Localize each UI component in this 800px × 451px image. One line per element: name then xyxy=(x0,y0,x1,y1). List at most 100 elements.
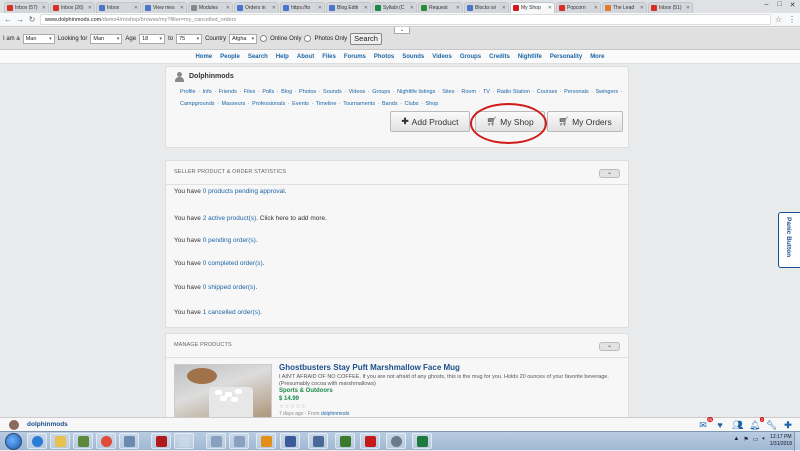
country-select[interactable]: Afgha xyxy=(229,33,258,44)
acrobat-icon[interactable] xyxy=(360,433,380,449)
nav-item-files[interactable]: Files xyxy=(322,54,336,60)
browser-tab[interactable]: Popcorn ✕ xyxy=(556,2,601,13)
app-icon[interactable] xyxy=(386,433,406,449)
heart-icon[interactable]: ♥ xyxy=(715,420,725,430)
close-tab-icon[interactable]: ✕ xyxy=(502,5,506,11)
network-icon[interactable]: ▭ xyxy=(753,436,759,443)
app-icon[interactable] xyxy=(119,433,139,449)
minimize-icon[interactable]: – xyxy=(761,1,772,9)
stats-link[interactable]: 0 pending order(s) xyxy=(203,237,256,244)
media-player-icon[interactable] xyxy=(73,433,93,449)
stats-link[interactable]: 2 active product(s) xyxy=(203,215,256,222)
profile-link-courses[interactable]: Courses xyxy=(537,89,557,95)
nav-item-credits[interactable]: Credits xyxy=(489,54,510,60)
show-desktop-button[interactable] xyxy=(794,432,800,451)
search-button[interactable]: Search xyxy=(350,32,382,45)
profile-link-clubs[interactable]: Clubs xyxy=(404,101,418,107)
add-product-button[interactable]: ✚ Add Product xyxy=(390,111,470,132)
close-tab-icon[interactable]: ✕ xyxy=(134,5,138,11)
bell-icon[interactable]: 🔔︎ 2 xyxy=(749,417,764,430)
flag-icon[interactable]: ⚑ xyxy=(743,436,748,443)
browser-menu-icon[interactable]: ⋮ xyxy=(788,15,796,24)
profile-link-blog[interactable]: Blog xyxy=(281,89,292,95)
i-am-select[interactable]: Man xyxy=(22,33,55,44)
profile-link-tv[interactable]: TV xyxy=(483,89,490,95)
panic-button[interactable]: Panic Button xyxy=(778,212,800,268)
wrench-icon[interactable]: 🔧︎ xyxy=(766,420,777,430)
nav-item-sounds[interactable]: Sounds xyxy=(402,54,424,60)
profile-link-groups[interactable]: Groups xyxy=(372,89,390,95)
profile-link-radio-station[interactable]: Radio Station xyxy=(497,89,530,95)
nav-item-forums[interactable]: Forums xyxy=(344,54,366,60)
profile-link-tournaments[interactable]: Tournaments xyxy=(343,101,375,107)
notepad-icon[interactable] xyxy=(174,433,194,449)
close-tab-icon[interactable]: ✕ xyxy=(42,5,46,11)
browser-tab[interactable]: Blocks wi ✕ xyxy=(464,2,509,13)
browser-tab[interactable]: Blog Editi ✕ xyxy=(326,2,371,13)
profile-link-sounds[interactable]: Sounds xyxy=(323,89,342,95)
browser-tab[interactable]: Inbox ✕ xyxy=(96,2,141,13)
filezilla-icon[interactable] xyxy=(151,433,171,449)
profile-link-campgrounds[interactable]: Campgrounds xyxy=(180,101,215,107)
profile-link-files[interactable]: Files xyxy=(244,89,256,95)
windows-start-icon[interactable] xyxy=(5,433,22,450)
window-icon[interactable] xyxy=(229,433,249,449)
online-only-checkbox[interactable] xyxy=(260,35,268,42)
profile-link-friends[interactable]: Friends xyxy=(219,89,237,95)
close-tab-icon[interactable]: ✕ xyxy=(180,5,184,11)
nav-item-groups[interactable]: Groups xyxy=(460,54,481,60)
chrome-icon[interactable] xyxy=(96,433,116,449)
profile-username[interactable]: Dolphinmods xyxy=(189,73,234,80)
nav-item-home[interactable]: Home xyxy=(195,54,212,60)
stats-link[interactable]: 1 cancelled order(s) xyxy=(203,309,260,316)
profile-link-swingers[interactable]: Swingers xyxy=(596,89,619,95)
profile-link-info[interactable]: Info xyxy=(202,89,211,95)
close-tab-icon[interactable]: ✕ xyxy=(318,5,322,11)
product-title[interactable]: Ghostbusters Stay Puft Marshmallow Face … xyxy=(279,363,460,372)
game-icon[interactable] xyxy=(335,433,355,449)
browser-tab[interactable]: The Lead ✕ xyxy=(602,2,647,13)
profile-link-photos[interactable]: Photos xyxy=(299,89,316,95)
profile-link-masseurs[interactable]: Masseurs xyxy=(221,101,245,107)
avatar[interactable] xyxy=(9,420,19,430)
window-icon[interactable] xyxy=(206,433,226,449)
close-tab-icon[interactable]: ✕ xyxy=(410,5,414,11)
profile-link-bands[interactable]: Bands xyxy=(382,101,398,107)
url-input[interactable]: www.dolphinmods.com/demo4/m/shop/browse/… xyxy=(40,14,771,25)
profile-link-personals[interactable]: Personals xyxy=(564,89,588,95)
reload-icon[interactable]: ↻ xyxy=(28,15,36,24)
volume-icon[interactable]: 🔈︎ xyxy=(762,436,766,443)
collapse-chevron-icon[interactable]: ⌄ xyxy=(599,169,620,178)
plus-icon[interactable]: ✚ xyxy=(783,420,793,430)
browser-tab[interactable]: Orders in ✕ xyxy=(234,2,279,13)
age-to-select[interactable]: 75 xyxy=(176,33,203,44)
ie-icon[interactable] xyxy=(27,433,47,449)
nav-item-personality[interactable]: Personality xyxy=(550,54,582,60)
product-category[interactable]: Sports & Outdoors xyxy=(279,388,333,394)
excel-icon[interactable] xyxy=(412,433,432,449)
photos-only-checkbox[interactable] xyxy=(304,35,312,42)
close-tab-icon[interactable]: ✕ xyxy=(548,5,552,11)
profile-link-timeline[interactable]: Timeline xyxy=(316,101,337,107)
close-tab-icon[interactable]: ✕ xyxy=(686,5,690,11)
looking-for-select[interactable]: Man xyxy=(90,33,123,44)
profile-link-sites[interactable]: Sites xyxy=(442,89,454,95)
app-icon[interactable] xyxy=(280,433,300,449)
mail-icon[interactable]: ✉ 55 xyxy=(698,417,713,430)
my-orders-button[interactable]: 🛒︎ My Orders xyxy=(547,111,623,132)
nav-item-nightlife[interactable]: Nightlife xyxy=(518,54,542,60)
age-from-select[interactable]: 18 xyxy=(139,33,166,44)
product-image[interactable] xyxy=(174,364,272,422)
profile-link-events[interactable]: Events xyxy=(292,101,309,107)
browser-tab[interactable]: View mes ✕ xyxy=(142,2,187,13)
profile-link-room[interactable]: Room xyxy=(461,89,476,95)
stats-link[interactable]: 0 shipped order(s) xyxy=(203,284,256,291)
browser-tab[interactable]: My Shop ✕ xyxy=(510,2,555,13)
close-tab-icon[interactable]: ✕ xyxy=(88,5,92,11)
forward-icon[interactable]: → xyxy=(16,15,24,24)
profile-link-nightlife-listings[interactable]: Nightlife listings xyxy=(397,89,435,95)
profile-link-shop[interactable]: Shop xyxy=(425,101,438,107)
back-icon[interactable]: ← xyxy=(4,15,12,24)
app-icon[interactable] xyxy=(308,433,328,449)
close-tab-icon[interactable]: ✕ xyxy=(594,5,598,11)
